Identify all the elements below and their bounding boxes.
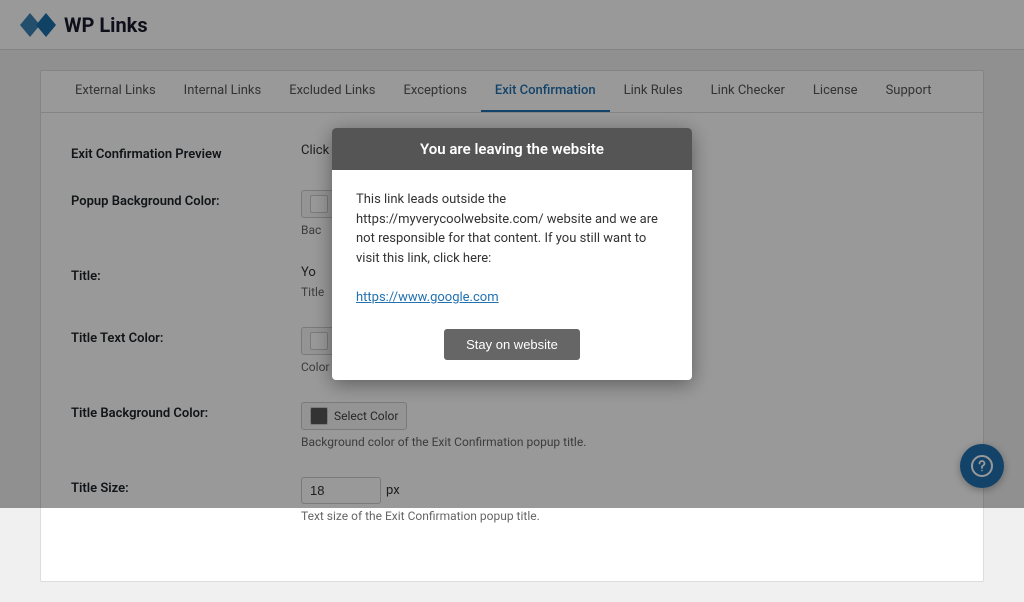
popup-overlay[interactable]: You are leaving the website This link le… <box>0 0 1024 508</box>
popup-body: This link leads outside the https://myve… <box>332 170 692 317</box>
popup-body-text: This link leads outside the https://myve… <box>356 192 658 266</box>
popup-box: You are leaving the website This link le… <box>332 128 692 380</box>
popup-title-text: You are leaving the website <box>420 140 604 158</box>
popup-link[interactable]: https://www.google.com <box>356 290 499 305</box>
stay-on-website-button[interactable]: Stay on website <box>444 329 580 360</box>
title-size-desc: Text size of the Exit Confirmation popup… <box>301 509 953 523</box>
popup-footer: Stay on website <box>332 317 692 380</box>
popup-title-bar: You are leaving the website <box>332 128 692 170</box>
